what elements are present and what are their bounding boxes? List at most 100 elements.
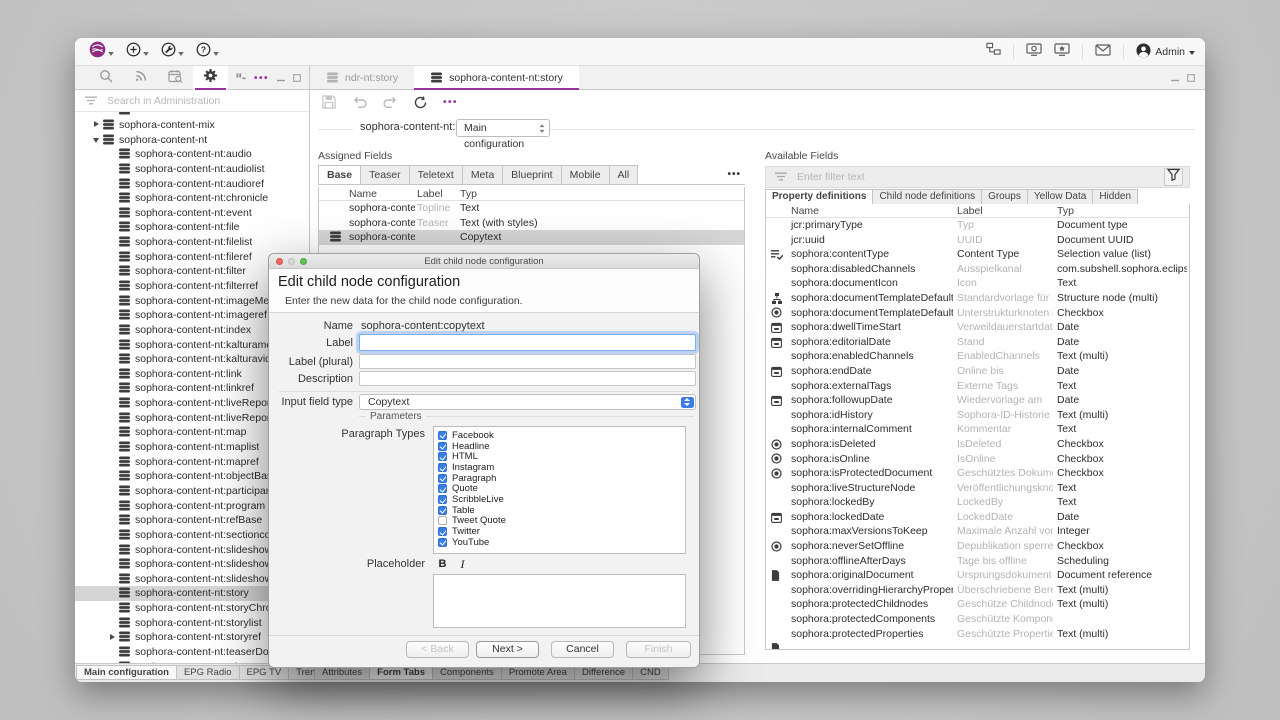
table-row[interactable]: abc sophora:internalComment Kommentar Te…	[766, 422, 1189, 437]
config-tab[interactable]: EPG Radio	[175, 665, 240, 680]
chevron-icon[interactable]	[107, 296, 118, 306]
chevron-icon[interactable]	[107, 501, 118, 511]
paragraph-type-option[interactable]: Instagram	[438, 462, 685, 473]
available-filter-input[interactable]	[795, 170, 1156, 184]
new-document-menu[interactable]	[122, 42, 153, 62]
paragraph-type-option[interactable]: Twitter	[438, 526, 685, 537]
column-header-label[interactable]: Label	[417, 187, 443, 201]
funnel-filter-button[interactable]	[1164, 168, 1183, 186]
table-row[interactable]: sophora:isOnline IsOnline Checkbox	[766, 452, 1189, 467]
chevron-icon[interactable]	[107, 266, 118, 276]
chevron-icon[interactable]	[107, 164, 118, 174]
checkbox[interactable]	[438, 462, 447, 472]
tree-item[interactable]: sophora-content-nt	[75, 132, 309, 147]
tree-item[interactable]: sophora-content-nt:file	[75, 220, 309, 235]
bold-button[interactable]: B	[436, 558, 449, 571]
screen-star-icon[interactable]	[1054, 42, 1070, 61]
sidebar-search-input[interactable]	[105, 93, 275, 108]
column-header-name[interactable]: Name	[349, 187, 377, 201]
paragraph-type-option[interactable]: YouTube	[438, 537, 685, 548]
chevron-icon[interactable]	[107, 427, 118, 437]
paragraph-type-option[interactable]: Quote	[438, 483, 685, 494]
mail-icon[interactable]	[1095, 43, 1111, 61]
table-row[interactable]: 123 sophora:maxVersionsToKeep Maximale A…	[766, 524, 1189, 539]
label-input[interactable]	[359, 334, 696, 351]
table-row[interactable]: sophora:isProtectedDocument Geschütztes …	[766, 466, 1189, 481]
chevron-icon[interactable]	[107, 647, 118, 657]
table-row[interactable]: sophora:protectedChildnodes Geschütze Ch…	[766, 597, 1189, 612]
checkbox[interactable]	[438, 494, 447, 504]
more-tabs-button[interactable]: •••	[254, 73, 269, 84]
tab-calendar-search[interactable]	[158, 66, 193, 90]
table-row[interactable]: abc sophora:externalTags Externe Tags Te…	[766, 379, 1189, 394]
chevron-icon[interactable]	[107, 369, 118, 379]
tree-item[interactable]: sophora-content-nt:event	[75, 205, 309, 220]
table-row[interactable]: sophora:documentTemplateDefaultForStruct…	[766, 291, 1189, 306]
next-button[interactable]: Next >	[476, 641, 539, 658]
cancel-button[interactable]: Cancel	[551, 641, 614, 658]
chevron-icon[interactable]	[107, 281, 118, 291]
table-row[interactable]: sophora:dwellTimeStart Verweildauerstart…	[766, 320, 1189, 335]
column-header-name[interactable]: Name	[791, 204, 819, 218]
assigned-tab[interactable]: Base	[318, 165, 362, 184]
label-plural-input[interactable]	[359, 354, 696, 369]
chevron-icon[interactable]	[107, 545, 118, 555]
table-row[interactable]: sophora:documentTemplateDefaultForStruct…	[766, 306, 1189, 321]
checkbox[interactable]	[438, 473, 447, 483]
table-row[interactable]: abc sophora:documentIcon Icon Text	[766, 276, 1189, 291]
chevron-icon[interactable]	[107, 354, 118, 364]
close-window-button[interactable]	[276, 258, 283, 265]
chevron-icon[interactable]	[107, 149, 118, 159]
assigned-tab[interactable]: Teletext	[408, 165, 463, 184]
chevron-icon[interactable]	[107, 325, 118, 335]
table-row[interactable]: sophora:isDeleted IsDeleted Checkbox	[766, 437, 1189, 452]
tab-search[interactable]	[89, 66, 124, 90]
table-row[interactable]: sophora:lockedDate LockedDate Date	[766, 510, 1189, 525]
configuration-select[interactable]: Main configuration	[456, 119, 550, 150]
placeholder-textarea[interactable]	[433, 574, 686, 628]
table-row[interactable]: 123 sophora:protectedComponents Geschütz…	[766, 612, 1189, 627]
chevron-icon[interactable]	[107, 574, 118, 584]
chevron-icon[interactable]	[107, 310, 118, 320]
redo-button[interactable]	[383, 96, 398, 108]
description-input[interactable]	[359, 371, 696, 386]
undo-button[interactable]	[352, 96, 367, 108]
chevron-icon[interactable]	[107, 179, 118, 189]
minimize-panel-icon[interactable]	[277, 69, 285, 87]
table-row[interactable]: jcr:uuid UUID Document UUID	[766, 233, 1189, 248]
column-header-typ[interactable]: Typ	[1057, 204, 1074, 218]
checkbox[interactable]	[438, 505, 447, 515]
checkbox[interactable]	[438, 430, 447, 440]
table-row[interactable]: sophora:disabledChannels Ausspielkanal c…	[766, 262, 1189, 277]
chevron-icon[interactable]	[107, 632, 118, 642]
table-row[interactable]: sophora:idHistory Sophora-ID-Historie Te…	[766, 408, 1189, 423]
chevron-icon[interactable]	[107, 252, 118, 262]
checkbox[interactable]	[438, 484, 447, 494]
chevron-icon[interactable]	[107, 413, 118, 423]
chevron-icon[interactable]	[107, 208, 118, 218]
table-row[interactable]: sophora:contentType Content Type Selecti…	[766, 247, 1189, 262]
screen-share-icon[interactable]	[1026, 42, 1042, 61]
table-row[interactable]: abc sophora:liveStructureNode Veröffentl…	[766, 481, 1189, 496]
column-header-typ[interactable]: Typ	[460, 187, 477, 201]
checkbox[interactable]	[438, 516, 447, 526]
chevron-icon[interactable]	[107, 237, 118, 247]
input-field-type-select[interactable]: Copytext	[359, 394, 696, 410]
tree-item[interactable]: sophora-content-nt:audioref	[75, 176, 309, 191]
chevron-icon[interactable]	[107, 515, 118, 525]
available-tab[interactable]: Hidden	[1092, 189, 1139, 204]
save-button[interactable]	[322, 95, 336, 109]
chevron-icon[interactable]	[107, 398, 118, 408]
paragraph-type-option[interactable]: Tweet Quote	[438, 515, 685, 526]
chevron-icon[interactable]	[107, 193, 118, 203]
available-tab[interactable]: Child node definitions	[872, 189, 983, 204]
chevron-icon[interactable]	[107, 442, 118, 452]
table-row[interactable]: sophora:enabledChannels EnabledChannels …	[766, 349, 1189, 364]
chevron-icon[interactable]	[107, 340, 118, 350]
tree-item[interactable]: sophora-content-nt:audio	[75, 147, 309, 162]
checkbox[interactable]	[438, 527, 447, 537]
assigned-tab[interactable]: All	[608, 165, 639, 184]
finish-button[interactable]: Finish	[626, 641, 691, 658]
available-tab[interactable]: Property definitions	[765, 189, 874, 204]
assigned-tab[interactable]: Mobile	[560, 165, 610, 184]
